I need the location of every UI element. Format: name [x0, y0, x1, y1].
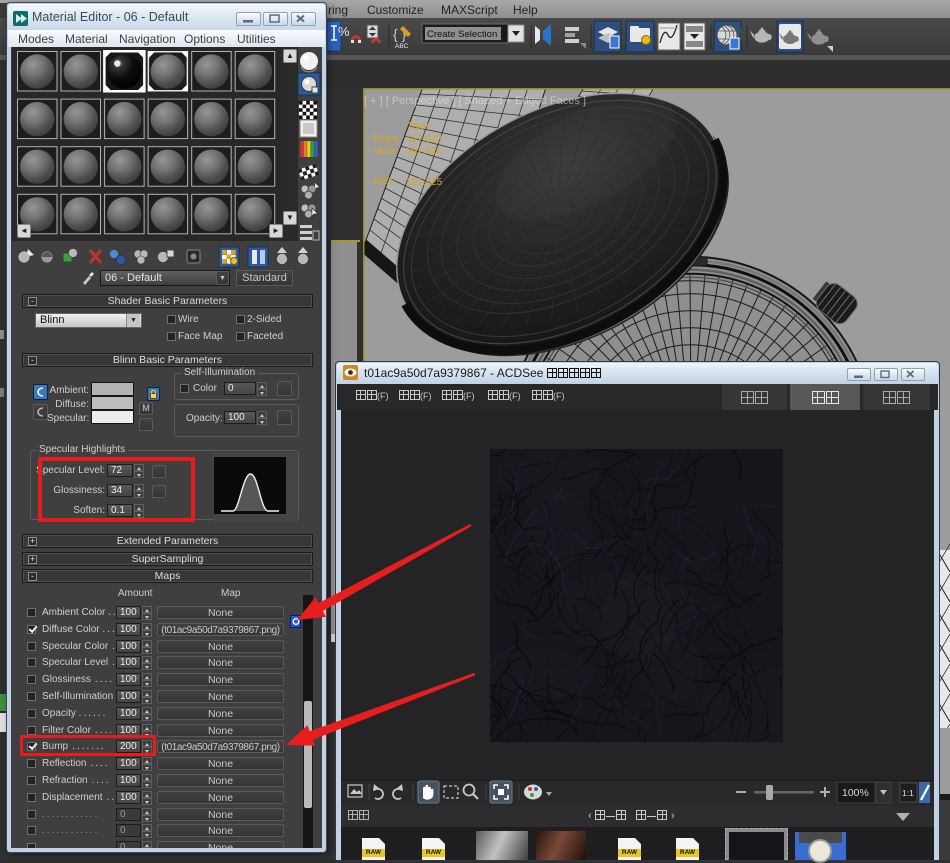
svg-text:1:1: 1:1: [902, 788, 914, 798]
svg-text:ABC: ABC: [395, 43, 409, 50]
svg-text:Create Selection Se: Create Selection Se: [427, 29, 512, 40]
svg-text:%: %: [338, 24, 350, 39]
svg-text:100%: 100%: [842, 787, 869, 799]
